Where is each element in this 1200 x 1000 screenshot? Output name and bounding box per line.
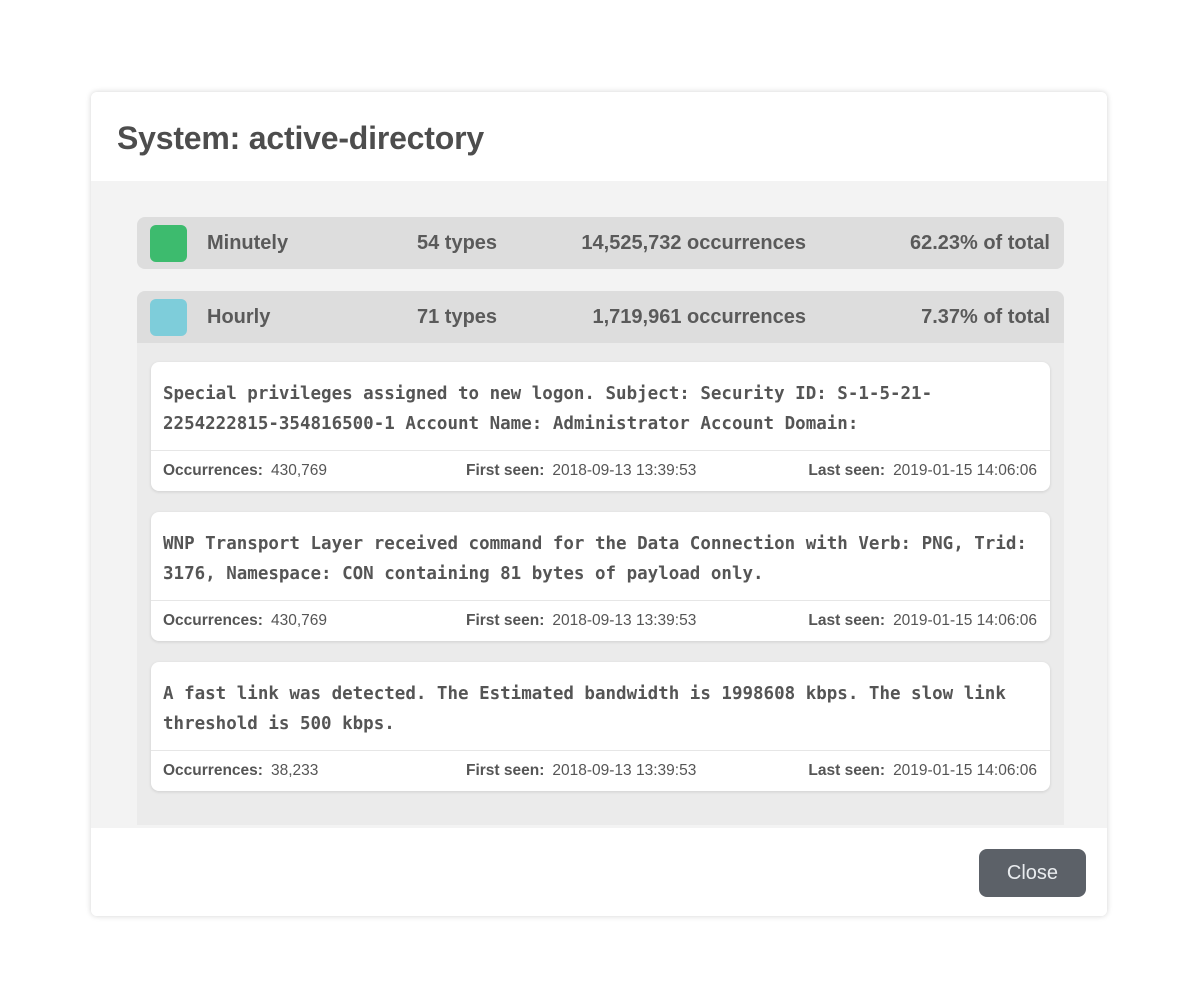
meta-last-seen-value: 2019-01-15 14:06:06 [893,612,1037,629]
modal-header: System: active-directory [91,92,1107,181]
log-meta: Occurrences: 38,233 First seen: 2018-09-13… [151,751,1050,791]
meta-occurrences-value: 430,769 [270,462,327,479]
meta-occurrences-label: Occurrences: [163,462,263,479]
meta-first-seen-label: First seen: [466,762,545,779]
log-message: Special privileges assigned to new logon… [151,362,1050,451]
group-name: Minutely [207,231,289,254]
group-type-count: 54 types [417,231,498,254]
log-type-item[interactable]: A fast link was detected. The Estimated … [151,662,1050,791]
group-percent-of-total: 7.37% of total [921,305,1050,328]
log-meta: Occurrences: 430,769 First seen: 2018-09-1… [151,451,1050,491]
meta-first-seen-label: First seen: [466,462,545,479]
log-meta: Occurrences: 430,769 First seen: 2018-09-1… [151,601,1050,641]
modal-title: System: active-directory [117,120,484,156]
group-occurrence-count: 1,719,961 occurrences [592,305,807,328]
meta-occurrences-label: Occurrences: [163,762,263,779]
group-header-minutely[interactable]: Minutely 54 types 14,525,732 occurrences… [137,217,1064,269]
group-occurrence-count: 14,525,732 occurrences [581,231,806,254]
meta-first-seen: First seen: 2018-09-13 13:39:53 [466,762,696,780]
meta-first-seen-label: First seen: [466,612,545,629]
log-type-item[interactable]: Special privileges assigned to new logon… [151,362,1050,491]
group-items-list: Special privileges assigned to new logon… [137,343,1064,825]
system-modal: System: active-directory Minutely 54 typ… [91,92,1107,916]
meta-first-seen: First seen: 2018-09-13 13:39:53 [466,462,696,480]
meta-occurrences-label: Occurrences: [163,612,263,629]
meta-last-seen-value: 2019-01-15 14:06:06 [893,462,1037,479]
log-type-item[interactable]: WNP Transport Layer received command for… [151,512,1050,641]
group-color-swatch [150,298,187,336]
meta-last-seen-value: 2019-01-15 14:06:06 [893,762,1037,779]
meta-last-seen: Last seen: 2019-01-15 14:06:06 [808,612,1037,630]
meta-last-seen-label: Last seen: [808,462,886,479]
meta-occurrences: Occurrences: 430,769 [163,612,327,630]
frequency-group-hourly: Hourly 71 types 1,719,961 occurrences 7.… [137,291,1064,825]
group-percent-of-total: 62.23% of total [909,231,1050,254]
meta-occurrences-value: 430,769 [270,612,327,629]
frequency-group-minutely: Minutely 54 types 14,525,732 occurrences… [137,217,1064,269]
meta-occurrences-value: 38,233 [270,762,319,779]
meta-occurrences: Occurrences: 38,233 [163,762,318,780]
group-name: Hourly [207,305,271,328]
meta-first-seen-value: 2018-09-13 13:39:53 [552,762,697,779]
modal-footer: Close [91,828,1107,916]
modal-body[interactable]: Minutely 54 types 14,525,732 occurrences… [91,181,1107,828]
meta-last-seen: Last seen: 2019-01-15 14:06:06 [808,762,1037,780]
meta-first-seen-value: 2018-09-13 13:39:53 [552,462,697,479]
meta-last-seen-label: Last seen: [808,762,886,779]
meta-first-seen: First seen: 2018-09-13 13:39:53 [466,612,696,630]
log-message: A fast link was detected. The Estimated … [151,662,1050,751]
meta-last-seen: Last seen: 2019-01-15 14:06:06 [808,462,1037,480]
meta-first-seen-value: 2018-09-13 13:39:53 [552,612,697,629]
group-type-count: 71 types [417,305,498,328]
group-header-hourly[interactable]: Hourly 71 types 1,719,961 occurrences 7.… [137,291,1064,343]
meta-last-seen-label: Last seen: [808,612,886,629]
log-message: WNP Transport Layer received command for… [151,512,1050,601]
meta-occurrences: Occurrences: 430,769 [163,462,327,480]
group-color-swatch [150,224,187,262]
close-button[interactable]: Close [979,849,1086,897]
